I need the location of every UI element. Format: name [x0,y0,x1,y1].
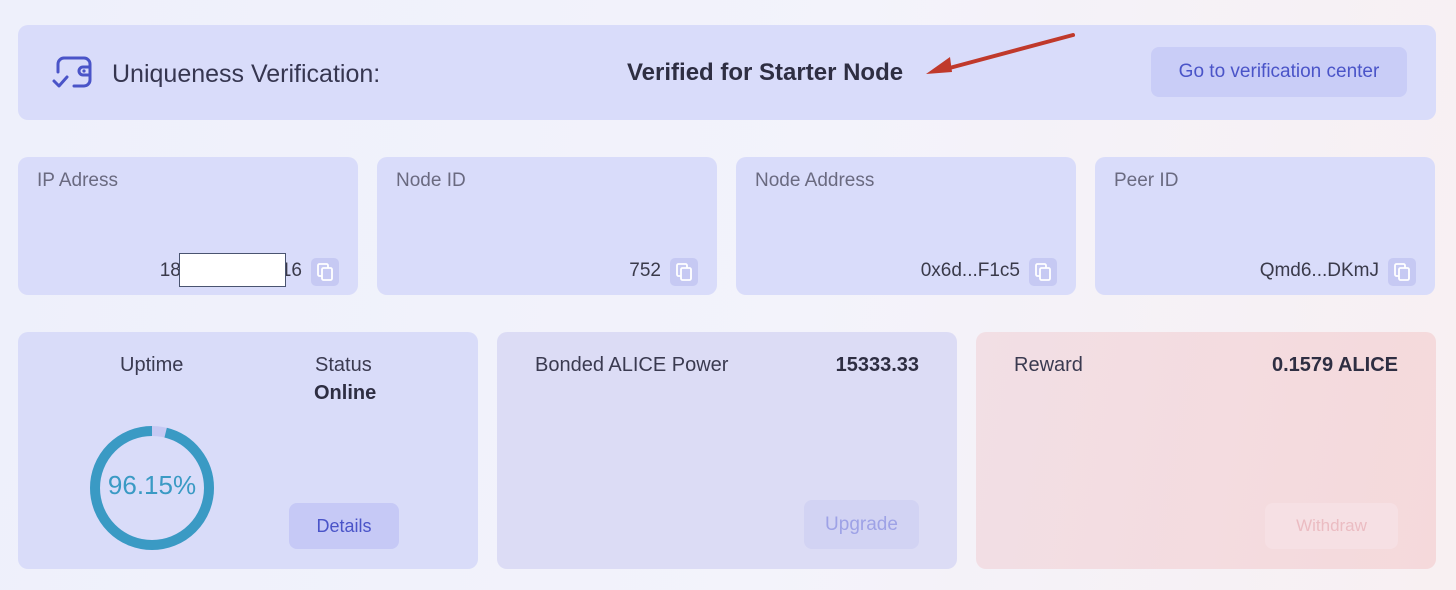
copy-node-address-button[interactable] [1029,258,1057,286]
uptime-percentage: 96.15% [107,470,197,500]
copy-peer-id-button[interactable] [1388,258,1416,286]
arrow-annotation-icon [926,33,1075,74]
verification-center-button[interactable]: Go to verification center [1151,47,1407,97]
verification-label: Uniqueness Verification: [112,60,381,88]
bonded-power-panel: Bonded ALICE Power 15333.33 Upgrade [497,332,957,569]
bonded-power-value: 15333.33 [835,354,919,376]
wallet-check-icon [52,56,92,88]
copy-ip-button[interactable] [311,258,339,286]
verification-status: Verified for Starter Node [627,59,904,86]
ip-address-prefix: 18 [159,260,181,281]
copy-icon [676,263,692,281]
withdraw-button[interactable]: Withdraw [1265,503,1398,549]
reward-panel: Reward 0.1579 ALICE Withdraw [976,332,1436,569]
peer-id-label: Peer ID [1114,170,1179,191]
status-value: Online [314,382,377,404]
status-label: Status [315,354,372,376]
copy-node-id-button[interactable] [670,258,698,286]
uptime-label: Uptime [120,354,184,376]
ip-address-label: IP Adress [37,170,118,191]
copy-icon [317,263,333,281]
node-address-card: Node Address 0x6d...F1c5 [736,157,1076,295]
upgrade-button[interactable]: Upgrade [804,500,919,549]
reward-value: 0.1579 ALICE [1272,354,1398,376]
node-id-card: Node ID 752 [377,157,717,295]
node-id-label: Node ID [396,170,466,191]
node-address-value: 0x6d...F1c5 [920,260,1020,281]
copy-icon [1394,263,1410,281]
reward-label: Reward [1014,354,1083,376]
details-button[interactable]: Details [289,503,399,549]
copy-icon [1035,263,1051,281]
node-id-value: 752 [629,260,661,281]
peer-id-value: Qmd6...DKmJ [1259,260,1379,281]
peer-id-card: Peer ID Qmd6...DKmJ [1095,157,1435,295]
node-address-label: Node Address [755,170,875,191]
bonded-power-label: Bonded ALICE Power [535,354,729,376]
uptime-panel: Uptime Status Online 96.15% Details [18,332,478,569]
redaction-box [179,253,286,287]
ip-address-card: IP Adress 18 16 [18,157,358,295]
